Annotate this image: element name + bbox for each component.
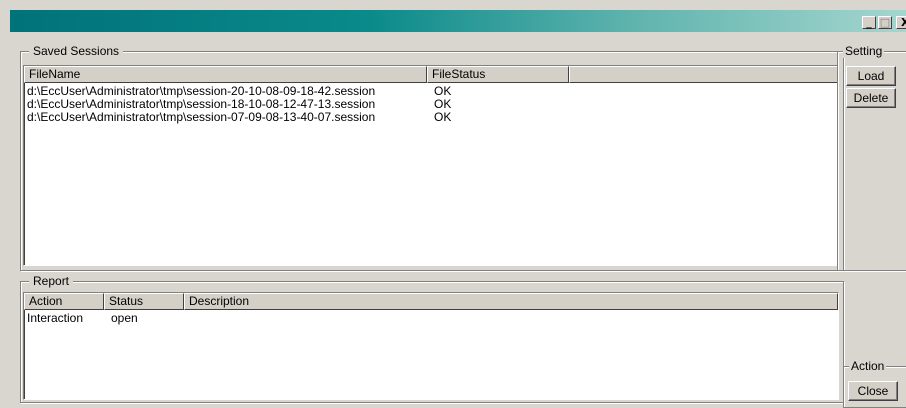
column-header-description[interactable]: Description: [184, 293, 838, 310]
session-filename: d:\EccUser\Administrator\tmp\session-07-…: [27, 110, 376, 124]
column-header-filename[interactable]: FileName: [24, 66, 427, 83]
column-header-status[interactable]: Status: [104, 293, 184, 310]
session-status: OK: [434, 110, 452, 124]
close-button[interactable]: Close: [848, 381, 898, 401]
report-title: Report: [29, 274, 74, 288]
window-client-area: Saved Sessions FileName FileStatus d:\Ec…: [10, 32, 906, 408]
saved-sessions-title: Saved Sessions: [29, 44, 124, 58]
action-title: Action: [849, 359, 887, 373]
report-row[interactable]: Interaction open: [24, 312, 838, 325]
session-row[interactable]: d:\EccUser\Administrator\tmp\session-07-…: [24, 111, 838, 124]
saved-sessions-group: Saved Sessions FileName FileStatus d:\Ec…: [20, 44, 844, 271]
report-group: Report Action Status Description Interac…: [20, 274, 844, 403]
delete-button[interactable]: Delete: [846, 88, 896, 108]
column-header-action[interactable]: Action: [24, 293, 104, 310]
minimize-button[interactable]: _: [862, 16, 876, 29]
column-header-extra[interactable]: [569, 66, 838, 83]
report-list[interactable]: Action Status Description Interaction op…: [23, 292, 839, 400]
report-action: Interaction: [27, 311, 84, 325]
report-status: open: [111, 311, 138, 325]
maximize-button[interactable]: □: [878, 16, 892, 29]
setting-title: Setting: [843, 44, 885, 58]
sessions-list[interactable]: FileName FileStatus d:\EccUser\Administr…: [23, 65, 839, 266]
close-window-button[interactable]: X: [896, 16, 906, 29]
column-header-filestatus[interactable]: FileStatus: [427, 66, 569, 83]
load-button[interactable]: Load: [846, 66, 896, 86]
title-bar[interactable]: _ □ X: [10, 10, 906, 32]
